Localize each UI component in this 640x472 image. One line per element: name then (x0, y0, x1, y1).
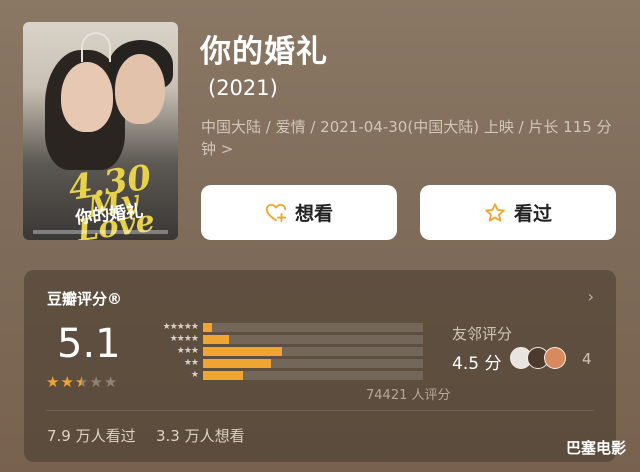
distribution-track (203, 347, 423, 356)
want-count: 3.3 万人想看 (156, 427, 245, 445)
rating-distribution: ★★★★★ ★★★★ ★★★ ★★ ★ (142, 322, 423, 382)
divider (46, 410, 594, 411)
distribution-row: ★★★★★ (142, 322, 423, 333)
distribution-bar (203, 335, 230, 344)
star-full-icon: ★ (46, 373, 60, 391)
watched-button[interactable]: 看过 (420, 185, 616, 240)
distribution-track (203, 359, 423, 368)
poster-figure-face (115, 54, 165, 124)
chevron-right-icon[interactable]: › (588, 287, 594, 306)
distribution-star-label: ★★ (183, 358, 199, 368)
distribution-star-label: ★★★ (176, 346, 199, 356)
heart-plus-icon (265, 202, 287, 224)
distribution-row: ★ (142, 370, 423, 381)
distribution-track (203, 323, 423, 332)
rating-vote-count: 74421 人评分 (366, 388, 451, 403)
friends-avatars[interactable] (510, 347, 566, 369)
star-empty-icon: ★ (103, 373, 118, 391)
friends-rating-label: 友邻评分 (452, 325, 513, 343)
avatar (544, 347, 566, 369)
watermark-logo: 巴塞电影 (565, 439, 626, 457)
friends-count: 4 (582, 350, 592, 368)
distribution-row: ★★★ (142, 346, 423, 357)
rating-score: 5.1 (57, 321, 121, 367)
star-half-icon: ★ (74, 373, 89, 391)
rating-card[interactable]: 豆瓣评分® › 5.1 ★ ★ ★ ★ ★ ★★★★★ ★★★★ ★★★ ★★ ★ 74… (24, 270, 616, 462)
distribution-track (203, 371, 423, 380)
want-to-watch-button[interactable]: 想看 (201, 185, 397, 240)
distribution-bar (203, 371, 243, 380)
watched-count: 7.9 万人看过 (47, 427, 136, 445)
movie-title: 你的婚礼 (200, 34, 328, 70)
poster-credits (33, 230, 168, 234)
movie-meta-link[interactable]: 中国大陆 / 爱情 / 2021-04-30(中国大陆) 上映 / 片长 115… (201, 116, 621, 160)
rating-stars: ★ ★ ★ ★ ★ (46, 375, 117, 390)
distribution-star-label: ★ (190, 370, 199, 380)
poster-doodle (81, 32, 111, 62)
distribution-bar (203, 323, 212, 332)
watched-label: 看过 (513, 203, 552, 225)
distribution-bar (203, 347, 283, 356)
distribution-row: ★★ (142, 358, 423, 369)
distribution-bar (203, 359, 272, 368)
movie-detail-page: 4.30 My Love 你的婚礼 你的婚礼 (2021) 中国大陆 / 爱情 … (0, 0, 640, 472)
friends-rating-score: 4.5 分 (452, 354, 502, 374)
distribution-row: ★★★★ (142, 334, 423, 345)
distribution-star-label: ★★★★★ (162, 322, 199, 332)
movie-poster[interactable]: 4.30 My Love 你的婚礼 (23, 22, 178, 240)
distribution-star-label: ★★★★ (169, 334, 199, 344)
star-icon (484, 202, 506, 224)
star-empty-icon: ★ (89, 373, 103, 391)
movie-year: (2021) (208, 76, 278, 100)
want-to-watch-label: 想看 (294, 203, 333, 225)
distribution-track (203, 335, 423, 344)
poster-figure-face (61, 62, 113, 132)
rating-card-title: 豆瓣评分® (47, 290, 123, 308)
star-full-icon: ★ (60, 373, 74, 391)
